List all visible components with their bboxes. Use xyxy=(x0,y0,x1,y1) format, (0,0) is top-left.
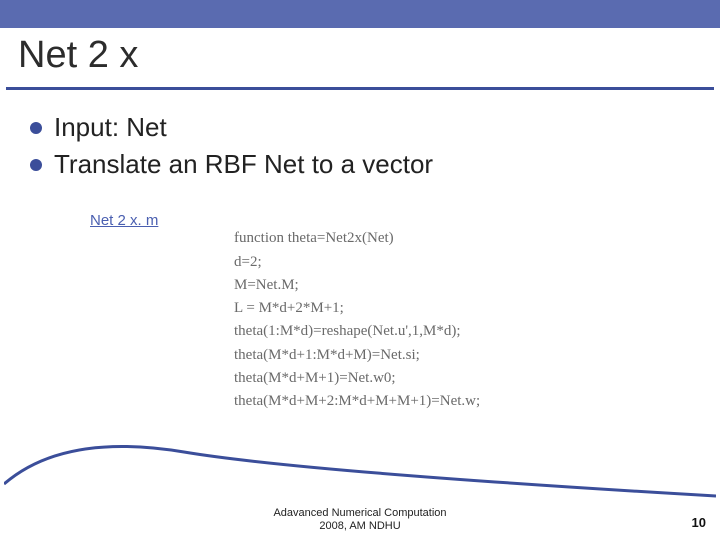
code-line: theta(M*d+1:M*d+M)=Net.si; xyxy=(234,347,420,363)
top-band xyxy=(0,0,720,28)
code-line: function theta=Net2x(Net) xyxy=(234,230,394,246)
footer: Adavanced Numerical Computation 2008, AM… xyxy=(0,507,720,535)
code-line: theta(1:M*d)=reshape(Net.u',1,M*d); xyxy=(234,323,461,339)
footer-line: Adavanced Numerical Computation xyxy=(0,507,720,521)
slide-title: Net 2 x xyxy=(18,34,702,77)
bullet-icon xyxy=(30,122,42,134)
code-line: theta(M*d+M+2:M*d+M+M+1)=Net.w; xyxy=(234,393,480,409)
code-line: M=Net.M; xyxy=(234,277,299,293)
footer-line: 2008, AM NDHU xyxy=(0,520,720,534)
title-area: Net 2 x xyxy=(0,28,720,87)
bullet-text: Input: Net xyxy=(54,112,167,143)
code-line: theta(M*d+M+1)=Net.w0; xyxy=(234,370,396,386)
bullet-icon xyxy=(30,159,42,171)
decorative-curve xyxy=(4,424,716,504)
code-line: L = M*d+2*M+1; xyxy=(234,300,344,316)
code-line: d=2; xyxy=(234,254,262,270)
page-number: 10 xyxy=(692,515,706,530)
bullet-item: Translate an RBF Net to a vector xyxy=(30,149,690,180)
code-block: function theta=Net2x(Net) d=2; M=Net.M; … xyxy=(234,204,480,413)
bullet-item: Input: Net xyxy=(30,112,690,143)
bullet-text: Translate an RBF Net to a vector xyxy=(54,149,433,180)
